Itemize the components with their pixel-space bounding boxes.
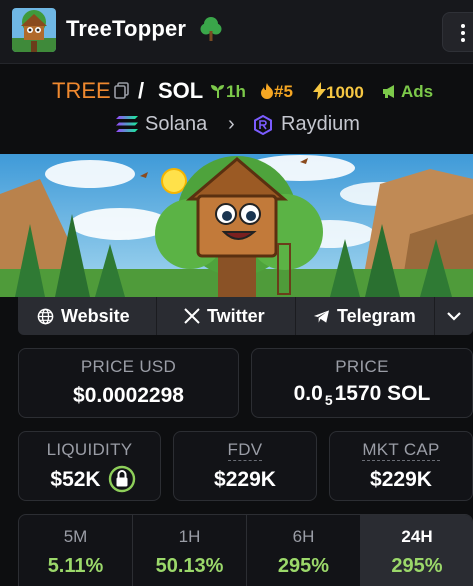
liquidity-label: LIQUIDITY — [46, 440, 133, 459]
lock-icon[interactable] — [108, 465, 136, 498]
quote-token-symbol: SOL — [158, 78, 204, 103]
pair-header: TREE / SOL 1h #5 1000 Ads Solana › Raydi… — [0, 64, 473, 154]
pair-separator: / — [138, 78, 145, 103]
price-native-value: 0.0 51570 SOL — [252, 382, 472, 408]
telegram-label: Telegram — [337, 306, 416, 326]
tab-6h-change: 295% — [277, 555, 330, 577]
liquidity-card: LIQUIDITY $52K — [18, 431, 161, 501]
tab-24h-label: 24H — [401, 527, 433, 546]
twitter-label: Twitter — [207, 306, 265, 326]
price-native-zero-count: 5 — [324, 392, 333, 408]
trending-rank-badge[interactable]: #5 — [260, 82, 293, 102]
price-usd-label: PRICE USD — [80, 357, 177, 376]
fdv-label-text: FDV — [227, 440, 263, 461]
dex-link[interactable]: Raydium — [281, 113, 360, 136]
tab-5m-label: 5M — [63, 527, 88, 546]
telegram-icon — [313, 310, 330, 323]
tab-24h[interactable]: 24H 295% — [360, 515, 472, 586]
fdv-card: FDV $229K — [173, 431, 317, 501]
fdv-label: FDV — [174, 440, 316, 461]
copy-icon[interactable] — [114, 82, 130, 105]
tree-icon — [200, 16, 222, 47]
tab-1h-label: 1H — [178, 527, 201, 546]
raydium-icon — [253, 114, 273, 141]
pair-age-badge: 1h — [210, 82, 246, 102]
more-links-button[interactable] — [435, 297, 473, 335]
ads-badge[interactable]: Ads — [382, 82, 433, 102]
chevron-down-icon — [447, 312, 461, 321]
tab-5m-change: 5.11% — [47, 555, 104, 577]
solana-icon — [115, 115, 139, 139]
market-cap-label: MKT CAP — [330, 440, 472, 461]
more-options-button[interactable] — [442, 12, 473, 52]
price-native-label: PRICE — [335, 357, 389, 376]
ads-label: Ads — [401, 82, 434, 101]
boost-count: 1000 — [326, 83, 364, 102]
app-title: TreeTopper — [66, 16, 187, 41]
chain-link[interactable]: Solana — [145, 113, 207, 136]
price-usd-card: PRICE USD $0.0002298 — [18, 348, 239, 418]
price-native-prefix: 0.0 — [293, 382, 323, 405]
tab-6h[interactable]: 6H 295% — [247, 515, 361, 586]
top-bar: TreeTopper — [0, 0, 473, 64]
market-cap-label-text: MKT CAP — [362, 440, 440, 461]
telegram-button[interactable]: Telegram — [296, 297, 435, 335]
tab-1h[interactable]: 1H 50.13% — [133, 515, 247, 586]
x-twitter-icon — [184, 308, 200, 324]
trending-rank-value: #5 — [274, 82, 293, 101]
sprout-icon — [211, 85, 224, 98]
price-native-card: PRICE 0.0 51570 SOL — [251, 348, 473, 418]
token-logo — [12, 8, 56, 52]
price-usd-value: $0.0002298 — [73, 384, 184, 407]
website-label: Website — [61, 306, 130, 326]
price-change-tabs: 5M 5.11% 1H 50.13% 6H 295% 24H 295% — [18, 514, 473, 586]
base-token-symbol: TREE — [52, 78, 111, 103]
lightning-icon — [313, 82, 326, 100]
megaphone-icon — [383, 85, 394, 98]
more-vertical-icon — [461, 24, 465, 42]
chevron-right-icon: › — [228, 113, 235, 135]
flame-icon — [261, 83, 273, 99]
social-links-bar: Website Twitter Telegram — [18, 297, 473, 335]
website-button[interactable]: Website — [18, 297, 157, 335]
tab-5m[interactable]: 5M 5.11% — [19, 515, 133, 586]
market-cap-value: $229K — [370, 468, 432, 491]
twitter-button[interactable]: Twitter — [157, 297, 296, 335]
fdv-value: $229K — [214, 468, 276, 491]
tab-1h-change: 50.13% — [155, 555, 224, 577]
pair-age-value: 1h — [226, 82, 246, 101]
tab-6h-label: 6H — [292, 527, 315, 546]
boost-badge[interactable]: 1000 — [313, 82, 364, 103]
globe-icon — [37, 308, 54, 325]
price-native-rest: 1570 SOL — [334, 382, 431, 405]
tab-24h-change: 295% — [391, 555, 443, 577]
market-cap-card: MKT CAP $229K — [329, 431, 473, 501]
token-banner-image — [0, 154, 473, 297]
